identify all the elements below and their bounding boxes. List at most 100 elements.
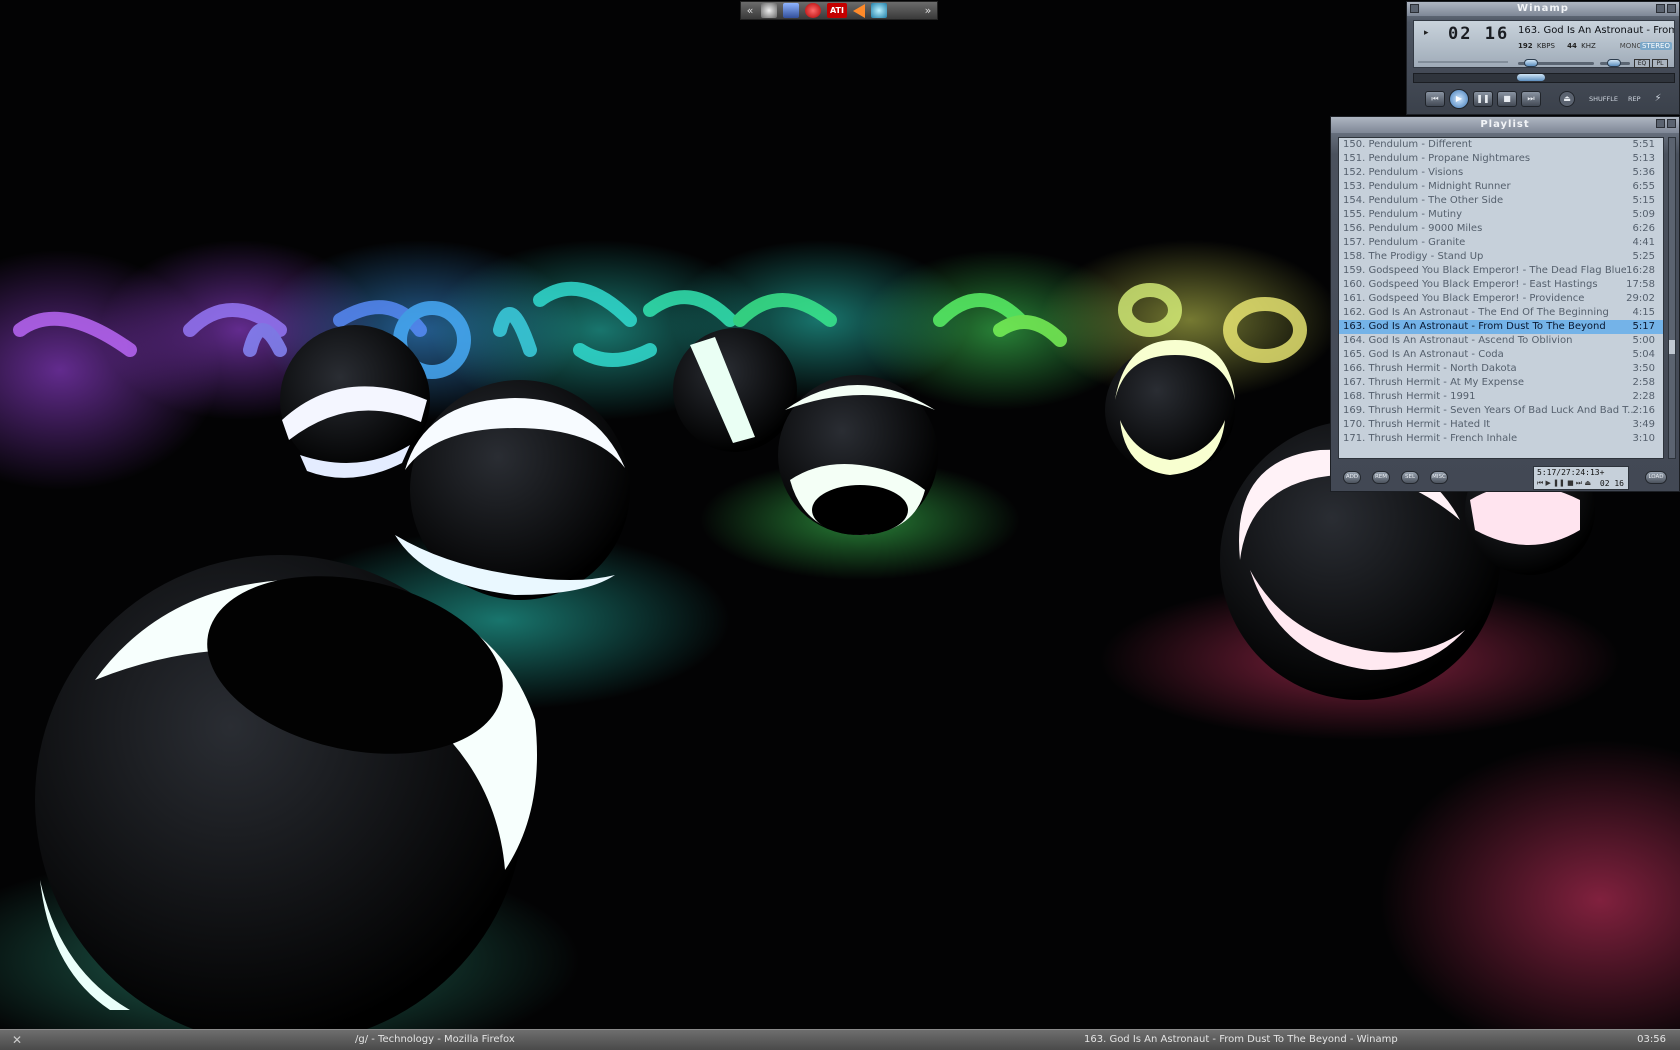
playlist-item-duration: 2:58: [1632, 377, 1655, 388]
next-button[interactable]: ⏭: [1521, 91, 1541, 107]
taskbar-item-winamp[interactable]: 163. God Is An Astronaut - From Dust To …: [1084, 1030, 1398, 1050]
playlist-item-duration: 5:36: [1632, 167, 1655, 178]
playlist-item[interactable]: 150. Pendulum - Different 5:51: [1339, 138, 1663, 152]
khz-label: KHZ: [1581, 42, 1596, 50]
clock[interactable]: 03:56: [1637, 1030, 1666, 1050]
playlist-item-title: 168. Thrush Hermit - 1991: [1343, 391, 1476, 402]
playlist-titlebar[interactable]: Playlist: [1331, 117, 1679, 133]
stereo-indicator: STEREO: [1640, 42, 1672, 50]
playlist-item-title: 158. The Prodigy - Stand Up: [1343, 251, 1484, 262]
system-icon[interactable]: [761, 3, 777, 18]
playlist-item[interactable]: 167. Thrush Hermit - At My Expense 2:58: [1339, 376, 1663, 390]
playlist-item[interactable]: 161. Godspeed You Black Emperor! - Provi…: [1339, 292, 1663, 306]
playlist-toggle-button[interactable]: PL: [1652, 59, 1668, 68]
playlist-item[interactable]: 157. Pendulum - Granite 4:41: [1339, 236, 1663, 250]
visualizer[interactable]: [1418, 47, 1508, 63]
playlist-item[interactable]: 162. God Is An Astronaut - The End Of Th…: [1339, 306, 1663, 320]
playlist-item-duration: 29:02: [1626, 293, 1655, 304]
tray-right-arrow[interactable]: »: [923, 4, 933, 17]
playlist-item-title: 160. Godspeed You Black Emperor! - East …: [1343, 279, 1598, 290]
balance-slider[interactable]: [1607, 59, 1621, 67]
taskbar: ✕ /g/ - Technology - Mozilla Firefox 163…: [0, 1029, 1680, 1050]
pause-button[interactable]: ❚❚: [1473, 91, 1493, 107]
playback-controls: ⏮ ▶ ❚❚ ■ ⏭ ⏏ SHUFFLE REP ⚡: [1425, 89, 1669, 109]
playlist-item-title: 171. Thrush Hermit - French Inhale: [1343, 433, 1518, 444]
playlist-item-duration: 3:49: [1632, 419, 1655, 430]
winamp-menu-icon[interactable]: [1410, 4, 1419, 13]
previous-button[interactable]: ⏮: [1425, 91, 1445, 107]
volume-icon[interactable]: [853, 3, 865, 18]
minimize-icon[interactable]: [1656, 4, 1665, 13]
taskbar-item-firefox[interactable]: /g/ - Technology - Mozilla Firefox: [355, 1030, 515, 1050]
playlist-item[interactable]: 151. Pendulum - Propane Nightmares 5:13: [1339, 152, 1663, 166]
volume-slider[interactable]: [1524, 59, 1538, 67]
playlist-total-time: 5:17/27:24:13+: [1537, 468, 1605, 477]
playlist-item[interactable]: 158. The Prodigy - Stand Up 5:25: [1339, 250, 1663, 264]
close-icon[interactable]: [1667, 4, 1676, 13]
playlist-item-title: 167. Thrush Hermit - At My Expense: [1343, 377, 1525, 388]
playlist-item[interactable]: 152. Pendulum - Visions 5:36: [1339, 166, 1663, 180]
playlist-scroll-knob[interactable]: [1669, 340, 1675, 354]
playlist-window: Playlist 150. Pendulum - Different 5:51 15…: [1330, 116, 1680, 492]
playlist-item-duration: 5:13: [1632, 153, 1655, 164]
select-button[interactable]: SEL: [1401, 471, 1419, 484]
playlist-item-title: 154. Pendulum - The Other Side: [1343, 195, 1504, 206]
mini-playback-controls[interactable]: ⏮ ▶ ❚❚ ■ ⏭ ⏏: [1537, 479, 1591, 488]
playlist-item-title: 163. God Is An Astronaut - From Dust To …: [1343, 321, 1606, 332]
winamp-logo-icon[interactable]: ⚡: [1655, 93, 1669, 105]
playlist-item[interactable]: 153. Pendulum - Midnight Runner 6:55: [1339, 180, 1663, 194]
eject-button[interactable]: ⏏: [1559, 91, 1575, 107]
playlist-item[interactable]: 169. Thrush Hermit - Seven Years Of Bad …: [1339, 404, 1663, 418]
shuffle-button[interactable]: SHUFFLE: [1589, 95, 1618, 103]
playlist-item[interactable]: 160. Godspeed You Black Emperor! - East …: [1339, 278, 1663, 292]
playlist-item[interactable]: 163. God Is An Astronaut - From Dust To …: [1339, 320, 1663, 334]
playlist-item-title: 157. Pendulum - Granite: [1343, 237, 1466, 248]
misc-button[interactable]: MISC: [1430, 471, 1448, 484]
winamp-display: ▸ 02 16 163. God Is An Astronaut - From …: [1413, 20, 1675, 68]
seek-bar[interactable]: [1413, 73, 1675, 83]
mono-indicator: MONO: [1619, 42, 1642, 50]
playlist-item[interactable]: 170. Thrush Hermit - Hated It 3:49: [1339, 418, 1663, 432]
ati-icon[interactable]: ATI: [827, 3, 847, 18]
repeat-button[interactable]: REP: [1628, 95, 1641, 103]
playlist-item[interactable]: 154. Pendulum - The Other Side 5:15: [1339, 194, 1663, 208]
start-menu-icon[interactable]: ✕: [12, 1030, 26, 1050]
stop-button[interactable]: ■: [1497, 91, 1517, 107]
playlist-item-duration: 5:25: [1632, 251, 1655, 262]
antivirus-icon[interactable]: [805, 3, 821, 18]
playlist-item[interactable]: 165. God Is An Astronaut - Coda 5:04: [1339, 348, 1663, 362]
playlist-shade-icon[interactable]: [1656, 119, 1665, 128]
playlist-track-list[interactable]: 150. Pendulum - Different 5:51 151. Pendul…: [1338, 137, 1664, 459]
playlist-item-duration: 3:10: [1632, 433, 1655, 444]
playlist-item-title: 170. Thrush Hermit - Hated It: [1343, 419, 1491, 430]
tray-left-arrow[interactable]: «: [745, 4, 755, 17]
playlist-item[interactable]: 168. Thrush Hermit - 1991 2:28: [1339, 390, 1663, 404]
winamp-titlebar[interactable]: Winamp: [1407, 2, 1679, 16]
playlist-item[interactable]: 164. God Is An Astronaut - Ascend To Obl…: [1339, 334, 1663, 348]
play-button[interactable]: ▶: [1449, 89, 1469, 109]
playlist-item[interactable]: 159. Godspeed You Black Emperor! - The D…: [1339, 264, 1663, 278]
playlist-item-duration: 5:17: [1632, 321, 1655, 332]
load-list-button[interactable]: LOAD: [1645, 471, 1667, 484]
seek-knob[interactable]: [1517, 74, 1545, 81]
playlist-item-title: 153. Pendulum - Midnight Runner: [1343, 181, 1511, 192]
playlist-item-duration: 5:00: [1632, 335, 1655, 346]
winamp-title: Winamp: [1517, 3, 1569, 14]
eq-toggle-button[interactable]: EQ: [1634, 59, 1650, 68]
song-title-display[interactable]: 163. God Is An Astronaut - From: [1518, 25, 1674, 36]
playlist-item-title: 155. Pendulum - Mutiny: [1343, 209, 1463, 220]
playlist-item-title: 151. Pendulum - Propane Nightmares: [1343, 153, 1531, 164]
playlist-item[interactable]: 171. Thrush Hermit - French Inhale 3:10: [1339, 432, 1663, 446]
remove-button[interactable]: REM: [1372, 471, 1390, 484]
playlist-item[interactable]: 156. Pendulum - 9000 Miles 6:26: [1339, 222, 1663, 236]
playlist-item[interactable]: 155. Pendulum - Mutiny 5:09: [1339, 208, 1663, 222]
network-icon[interactable]: [783, 3, 799, 18]
add-button[interactable]: ADD: [1343, 471, 1361, 484]
playlist-item-duration: 2:16: [1632, 405, 1655, 416]
elapsed-time[interactable]: 02 16: [1448, 24, 1509, 44]
playlist-item-title: 164. God Is An Astronaut - Ascend To Obl…: [1343, 335, 1573, 346]
messenger-icon[interactable]: [871, 3, 887, 18]
playlist-scrollbar[interactable]: [1668, 137, 1676, 459]
playlist-close-icon[interactable]: [1667, 119, 1676, 128]
playlist-item[interactable]: 166. Thrush Hermit - North Dakota 3:50: [1339, 362, 1663, 376]
